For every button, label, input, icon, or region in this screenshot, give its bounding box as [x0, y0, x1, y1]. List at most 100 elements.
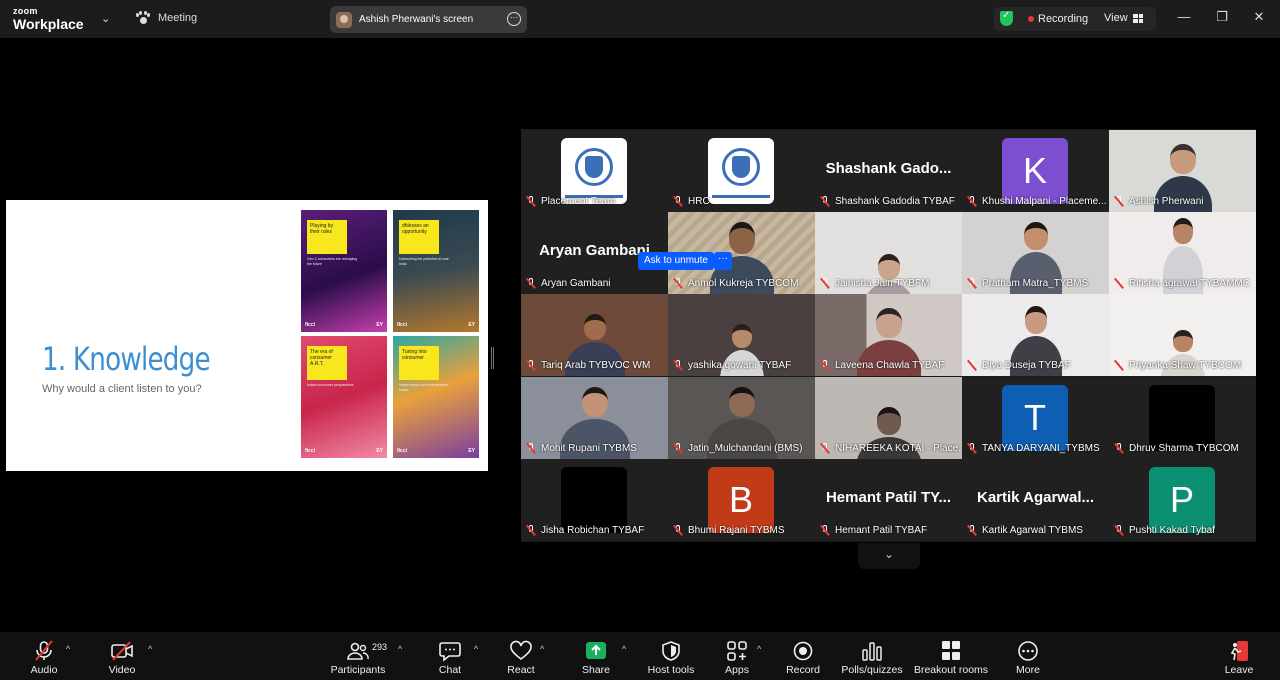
resize-handle[interactable] [491, 347, 494, 369]
participant-tile[interactable]: Tariq Arab TYBVOC WM [521, 294, 668, 376]
participant-tile[interactable]: Priyanka Shaw TYBCOM [1109, 294, 1256, 376]
avatar [1149, 385, 1215, 451]
recording-label[interactable]: Recording [1038, 13, 1088, 25]
participant-tile[interactable]: Diya Duseja TYBAF [962, 294, 1109, 376]
participant-tile[interactable]: T TANYA DARYANI_TYBMS [962, 377, 1109, 459]
participant-tile[interactable]: Jatin_Mulchandani (BMS) [668, 377, 815, 459]
participant-tile[interactable]: Placement Team [521, 130, 668, 212]
participant-tile[interactable]: Shashank Gado... Shashank Gadodia TYBAF [815, 130, 962, 212]
avatar: K [1002, 138, 1068, 204]
participant-name-label: Jainisha Jain TYBFM [820, 278, 960, 289]
participant-display-name: Hemant Patil TY... [825, 489, 952, 506]
microphone-muted-icon [967, 525, 977, 536]
participant-tile[interactable]: Jisha Robichan TYBAF [521, 459, 668, 541]
participant-tile[interactable]: B Bhumi Rajani TYBMS [668, 459, 815, 541]
tile-more-button[interactable]: ··· [714, 252, 732, 270]
host-tools-button[interactable]: Host tools [644, 632, 698, 680]
participant-tile[interactable]: HRC [668, 130, 815, 212]
participant-tile[interactable]: Ritisha agrawal TYBAMMC [1109, 212, 1256, 294]
cover-heading: Tuning into consumer [402, 349, 427, 361]
participant-name-label: Khushi Malpani - Placeme... [967, 196, 1107, 207]
audio-options-caret[interactable]: ^ [66, 644, 70, 654]
participant-tile[interactable]: Mohit Rupani TYBMS [521, 377, 668, 459]
participant-name-label: HRC [673, 196, 813, 207]
avatar [561, 467, 627, 533]
recording-status: Recording View [994, 7, 1156, 31]
ask-to-unmute-button[interactable]: Ask to unmute [638, 252, 714, 270]
paw-icon [136, 11, 150, 25]
participant-name-label: NIHAREEKA KOTAI - Place... [820, 443, 960, 454]
participant-tile[interactable]: Kartik Agarwal... Kartik Agarwal TYBMS [962, 459, 1109, 541]
view-button[interactable]: View [1104, 12, 1128, 24]
participant-tile[interactable]: NIHAREEKA KOTAI - Place... [815, 377, 962, 459]
microphone-muted-icon [526, 525, 536, 536]
participant-name-label: Mohit Rupani TYBMS [526, 443, 666, 454]
shield-icon[interactable] [1000, 10, 1013, 26]
leave-button[interactable]: Leave [1219, 632, 1259, 680]
participant-tile[interactable]: yashika gowani TYBAF [668, 294, 815, 376]
more-options-icon[interactable]: ··· [507, 12, 521, 26]
apps-label: Apps [725, 664, 749, 676]
chevron-down-icon[interactable]: ⌄ [101, 12, 110, 25]
microphone-muted-icon [967, 360, 977, 371]
participants-options-caret[interactable]: ^ [398, 644, 402, 654]
react-options-caret[interactable]: ^ [540, 644, 544, 654]
screen-share-indicator[interactable]: Ashish Pherwani's screen ··· [330, 6, 527, 33]
scroll-down-button[interactable]: ⌄ [858, 543, 920, 569]
cover-heading: dhlesses an opportunity [402, 223, 429, 235]
apps-options-caret[interactable]: ^ [757, 644, 761, 654]
cover-text: Gen Z consumers are reshaping the future [307, 257, 358, 266]
chat-options-caret[interactable]: ^ [474, 644, 478, 654]
minimize-icon[interactable]: — [1176, 9, 1192, 24]
video-options-caret[interactable]: ^ [148, 644, 152, 654]
meeting-toolbar: Audio ^ Video ^ Participants 293 ^ Chat … [0, 632, 1280, 680]
brand-bottom: Workplace [13, 16, 84, 32]
participant-tile[interactable]: Pratham Matra_TYBMS [962, 212, 1109, 294]
participant-tile[interactable]: Hemant Patil TY... Hemant Patil TYBAF [815, 459, 962, 541]
apps-button[interactable]: Apps [717, 632, 757, 680]
participant-tile[interactable]: Laveena Chawla TYBAF [815, 294, 962, 376]
participant-name-label: Aryan Gambani [526, 278, 666, 289]
participant-tile[interactable]: P Pushti Kakad Tybaf [1109, 459, 1256, 541]
react-label: React [507, 664, 535, 676]
view-grid-icon[interactable] [1133, 14, 1143, 23]
participant-tile[interactable]: Dhruv Sharma TYBCOM [1109, 377, 1256, 459]
share-options-caret[interactable]: ^ [622, 644, 626, 654]
participant-tile[interactable]: K Khushi Malpani - Placeme... [962, 130, 1109, 212]
shield-icon [662, 641, 680, 661]
participant-name: TANYA DARYANI_TYBMS [982, 443, 1100, 454]
zoom-workplace-logo[interactable]: zoom Workplace [13, 7, 84, 32]
share-button[interactable]: Share [576, 632, 616, 680]
participant-tile[interactable]: Jainisha Jain TYBFM [815, 212, 962, 294]
cover-logo-right: EY [468, 322, 475, 328]
participant-name-label: Shashank Gadodia TYBAF [820, 196, 960, 207]
cover-logo-left: ficci [397, 448, 408, 454]
participant-name-label: Pushti Kakad Tybaf [1114, 525, 1254, 536]
microphone-muted-icon [673, 360, 683, 371]
college-logo [561, 138, 627, 204]
slide-title: 1. Knowledge [42, 340, 211, 378]
breakout-rooms-button[interactable]: Breakout rooms [912, 632, 990, 680]
polls-button[interactable]: Polls/quizzes [840, 632, 904, 680]
heart-icon [510, 640, 532, 661]
audio-button[interactable]: Audio [24, 632, 64, 680]
react-button[interactable]: React [501, 632, 541, 680]
participant-tile[interactable]: Ashish Pherwani [1109, 130, 1256, 212]
participant-name-label: Pratham Matra_TYBMS [967, 278, 1107, 289]
participant-name-label: Hemant Patil TYBAF [820, 525, 960, 536]
record-button[interactable]: Record [783, 632, 823, 680]
chat-button[interactable]: Chat [430, 632, 470, 680]
more-button[interactable]: More [1008, 632, 1048, 680]
chat-label: Chat [438, 664, 462, 676]
video-button[interactable]: Video [102, 632, 142, 680]
restore-icon[interactable]: ❐ [1214, 9, 1230, 25]
polls-label: Polls/quizzes [841, 664, 903, 676]
meeting-menu[interactable]: Meeting [136, 11, 197, 25]
participant-name-label: Dhruv Sharma TYBCOM [1114, 443, 1254, 454]
close-icon[interactable]: ✕ [1251, 9, 1267, 25]
microphone-muted-icon [526, 196, 536, 207]
participants-icon [347, 642, 369, 660]
recording-dot-icon [1028, 16, 1034, 22]
participants-button[interactable]: Participants [328, 632, 388, 680]
participant-name-label: Kartik Agarwal TYBMS [967, 525, 1107, 536]
